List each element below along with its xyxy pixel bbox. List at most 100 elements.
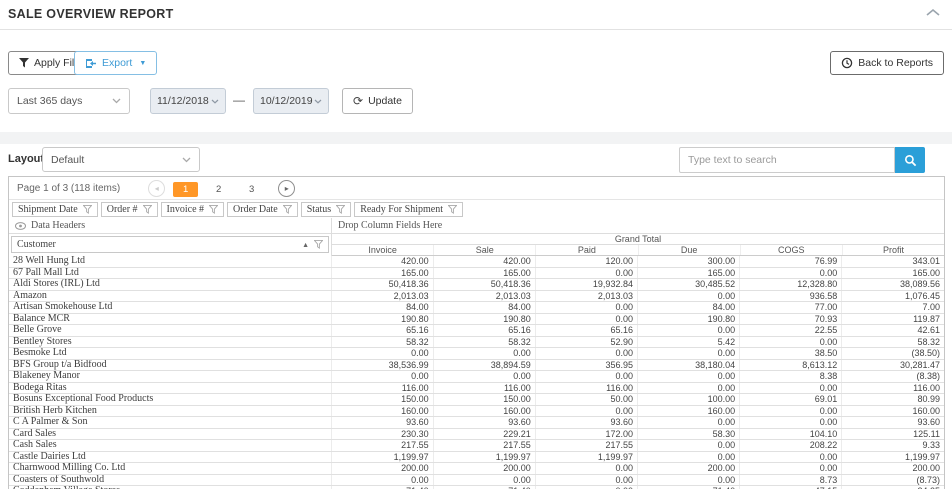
table-row[interactable]: Artisan Smokehouse Ltd84.0084.000.0084.0… [9, 302, 944, 314]
filter-funnel-icon [336, 205, 345, 214]
next-page-button[interactable]: ▸ [278, 180, 295, 197]
value-cell-cogs: 47.15 [740, 486, 842, 489]
value-cell-cogs: 8,613.12 [740, 359, 842, 371]
table-row[interactable]: Bentley Stores58.3258.3252.905.420.0058.… [9, 336, 944, 348]
table-row[interactable]: Besmoke Ltd0.000.000.000.0038.50(38.50) [9, 348, 944, 360]
value-cell-sale: 150.00 [433, 394, 535, 406]
prev-page-button[interactable]: ◂ [148, 180, 165, 197]
start-date-value: 11/12/2018 [157, 95, 209, 107]
data-headers-label: Data Headers [31, 220, 85, 231]
value-cell-paid: 93.60 [535, 417, 637, 429]
customer-cell: Belle Grove [9, 325, 331, 337]
table-row[interactable]: Bosuns Exceptional Food Products150.0015… [9, 394, 944, 406]
table-row[interactable]: Coddenham Village Stores71.4071.400.0071… [9, 486, 944, 489]
value-cell-profit: 38,089.56 [842, 279, 944, 291]
field-chip-invoice-[interactable]: Invoice # [161, 202, 225, 217]
column-header-paid[interactable]: Paid [536, 245, 638, 255]
customer-cell: Coddenham Village Stores [9, 486, 331, 489]
column-fields-drop-zone[interactable]: Drop Column Fields Here [331, 218, 944, 233]
field-chip-order-date[interactable]: Order Date [227, 202, 298, 217]
column-header-cogs[interactable]: COGS [741, 245, 843, 255]
value-cell-invoice: 0.00 [331, 348, 433, 360]
chevron-up-icon[interactable] [926, 8, 940, 17]
page-buttons: 123 [169, 179, 268, 197]
page-button-2[interactable]: 2 [206, 182, 231, 197]
table-row[interactable]: 28 Well Hung Ltd420.00420.00120.00300.00… [9, 256, 944, 267]
table-row[interactable]: 67 Pall Mall Ltd165.00165.000.00165.000.… [9, 267, 944, 279]
customer-field-header[interactable]: Customer ▲ [11, 236, 329, 253]
table-row[interactable]: Cash Sales217.55217.55217.550.00208.229.… [9, 440, 944, 452]
chevron-down-icon [112, 98, 121, 104]
table-row[interactable]: British Herb Kitchen160.00160.000.00160.… [9, 405, 944, 417]
value-cell-invoice: 38,536.99 [331, 359, 433, 371]
field-chip-ready-for-shipment[interactable]: Ready For Shipment [354, 202, 463, 217]
pivot-header-top: Data Headers Drop Column Fields Here [9, 218, 944, 234]
layout-select[interactable]: Default [42, 147, 200, 172]
table-row[interactable]: Coasters of Southwold0.000.000.000.008.7… [9, 474, 944, 486]
value-cell-profit: 93.60 [842, 417, 944, 429]
layout-value: Default [51, 154, 84, 166]
value-cell-sale: 0.00 [433, 474, 535, 486]
table-row[interactable]: Amazon2,013.032,013.032,013.030.00936.58… [9, 290, 944, 302]
value-cell-cogs: 70.93 [740, 313, 842, 325]
chevron-down-icon [314, 99, 322, 104]
customer-cell: 67 Pall Mall Ltd [9, 267, 331, 279]
refresh-icon: ⟳ [353, 95, 363, 107]
field-chip-status[interactable]: Status [301, 202, 351, 217]
value-cell-invoice: 50,418.36 [331, 279, 433, 291]
column-header-due[interactable]: Due [639, 245, 741, 255]
table-row[interactable]: Balance MCR190.80190.800.00190.8070.9311… [9, 313, 944, 325]
field-chip-order-[interactable]: Order # [101, 202, 158, 217]
field-chip-shipment-date[interactable]: Shipment Date [12, 202, 98, 217]
search-button[interactable] [895, 147, 925, 173]
update-button[interactable]: ⟳ Update [342, 88, 413, 114]
data-headers-area[interactable]: Data Headers [9, 218, 331, 233]
filter-funnel-icon[interactable] [314, 240, 323, 249]
value-cell-profit: (38.50) [842, 348, 944, 360]
back-to-reports-button[interactable]: Back to Reports [830, 51, 944, 75]
section-divider [0, 132, 952, 144]
customer-cell: Blakeney Manor [9, 371, 331, 383]
value-cell-profit: 42.61 [842, 325, 944, 337]
value-cell-sale: 420.00 [433, 256, 535, 267]
value-cell-profit: 9.33 [842, 440, 944, 452]
table-row[interactable]: BFS Group t/a Bidfood38,536.9938,894.593… [9, 359, 944, 371]
date-filter-row: Last 365 days 11/12/2018 — 10/12/2019 ⟳ … [8, 88, 708, 114]
page-button-1[interactable]: 1 [173, 182, 198, 197]
value-cell-invoice: 190.80 [331, 313, 433, 325]
search-input[interactable] [679, 147, 895, 173]
table-row[interactable]: C A Palmer & Son93.6093.6093.600.000.009… [9, 417, 944, 429]
column-header-profit[interactable]: Profit [843, 245, 944, 255]
value-cell-sale: 50,418.36 [433, 279, 535, 291]
table-row[interactable]: Card Sales230.30229.21172.0058.30104.101… [9, 428, 944, 440]
date-preset-select[interactable]: Last 365 days [8, 88, 130, 114]
value-cell-cogs: 104.10 [740, 428, 842, 440]
value-cell-profit: 343.01 [842, 256, 944, 267]
value-cell-invoice: 71.40 [331, 486, 433, 489]
export-button[interactable]: Export ▼ [74, 51, 157, 75]
table-row[interactable]: Bodega Ritas116.00116.00116.000.000.0011… [9, 382, 944, 394]
table-row[interactable]: Aldi Stores (IRL) Ltd50,418.3650,418.361… [9, 279, 944, 291]
pagination-summary: Page 1 of 3 (118 items) [17, 183, 120, 194]
value-cell-due: 0.00 [637, 474, 739, 486]
value-cell-cogs: 0.00 [740, 417, 842, 429]
value-cell-due: 0.00 [637, 371, 739, 383]
column-header-invoice[interactable]: Invoice [332, 245, 434, 255]
end-date-field[interactable]: 10/12/2019 [253, 88, 329, 114]
table-row[interactable]: Charnwood Milling Co. Ltd200.00200.000.0… [9, 463, 944, 475]
value-cell-invoice: 420.00 [331, 256, 433, 267]
value-cell-cogs: 77.00 [740, 302, 842, 314]
value-cell-paid: 0.00 [535, 302, 637, 314]
table-row[interactable]: Belle Grove65.1665.1665.160.0022.5542.61 [9, 325, 944, 337]
table-row[interactable]: Blakeney Manor0.000.000.000.008.38(8.38) [9, 371, 944, 383]
value-cell-sale: 58.32 [433, 336, 535, 348]
column-header-sale[interactable]: Sale [434, 245, 536, 255]
value-cell-profit: 119.87 [842, 313, 944, 325]
customer-field-label: Customer [17, 239, 302, 250]
export-label: Export [102, 57, 132, 69]
start-date-field[interactable]: 11/12/2018 [150, 88, 226, 114]
page-button-3[interactable]: 3 [239, 182, 264, 197]
value-cell-paid: 0.00 [535, 463, 637, 475]
table-row[interactable]: Castle Dairies Ltd1,199.971,199.971,199.… [9, 451, 944, 463]
grand-total-header: Grand Total [332, 234, 944, 245]
